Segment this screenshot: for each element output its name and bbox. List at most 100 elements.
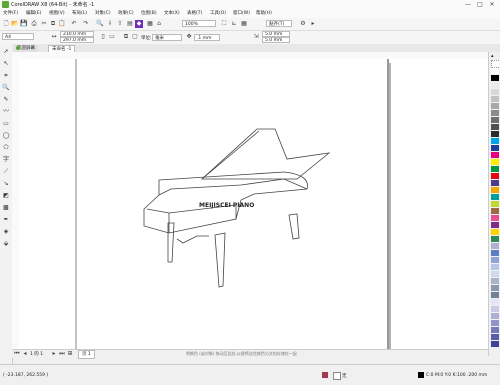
menu-file[interactable]: 文件(F) [3,10,18,16]
color-swatch[interactable] [491,152,499,158]
pick-tool-icon[interactable]: ➚ [2,48,10,56]
drawing-canvas[interactable]: MEIJISCEI PIANO [19,59,488,349]
outline-color-swatch[interactable] [418,372,424,378]
color-swatch[interactable] [491,334,499,340]
color-swatch[interactable] [491,320,499,326]
menu-help[interactable]: 帮助(H) [256,10,272,16]
color-swatch[interactable] [491,341,499,347]
document-color-icon[interactable] [322,372,328,378]
color-swatch[interactable] [491,103,499,109]
color-swatch[interactable] [491,124,499,130]
color-swatch[interactable] [491,173,499,179]
landscape-icon[interactable]: ▭ [108,33,116,41]
last-page-icon[interactable]: ⏭ [58,350,66,358]
palette-scroll-up-icon[interactable]: ▴ [491,53,494,59]
color-swatch[interactable] [491,166,499,172]
color-swatch[interactable] [491,194,499,200]
color-swatch[interactable] [491,82,499,88]
options-gear-icon[interactable]: ⚙ [299,20,307,28]
menu-layout[interactable]: 布局(L) [72,10,87,16]
color-swatch[interactable] [491,145,499,151]
redo-icon[interactable]: ↷ [82,20,90,28]
color-swatch[interactable] [491,257,499,263]
export-icon[interactable]: ⇧ [116,20,124,28]
menu-window[interactable]: 窗口(W) [233,10,250,16]
import-icon[interactable]: ⇩ [106,20,114,28]
color-swatch[interactable] [491,278,499,284]
new-document-icon[interactable]: 🗋 [2,20,10,28]
color-swatch[interactable] [491,299,499,305]
smart-fill-tool-icon[interactable]: ⬙ [2,240,10,248]
zoom-tool-icon[interactable]: 🔍 [2,84,10,92]
color-swatch[interactable] [491,243,499,249]
color-swatch[interactable] [491,89,499,95]
cut-icon[interactable]: ✂ [40,20,48,28]
fill-none-icon[interactable] [333,372,341,380]
color-swatch[interactable] [491,229,499,235]
full-screen-icon[interactable]: ⛶ [220,20,228,28]
transparency-tool-icon[interactable]: ▩ [2,204,10,212]
color-swatch[interactable] [491,110,499,116]
snap-to-dropdown[interactable]: 贴齐(T) [266,20,292,27]
color-swatch[interactable] [491,306,499,312]
add-page-icon[interactable]: ⊞ [66,350,74,358]
color-swatch[interactable] [491,201,499,207]
color-swatch[interactable] [491,222,499,228]
next-page-icon[interactable]: ▸ [50,350,58,358]
menu-text[interactable]: 文本(X) [164,10,180,16]
color-swatch[interactable] [491,208,499,214]
color-swatch[interactable] [491,180,499,186]
text-tool-icon[interactable]: 字 [2,156,10,164]
copy-icon[interactable]: ⧉ [49,20,57,28]
color-swatch[interactable] [491,292,499,298]
color-swatch[interactable] [491,131,499,137]
units-dropdown[interactable]: 毫米 [152,34,182,41]
color-swatch[interactable] [491,215,499,221]
application-launcher-icon[interactable]: ▦ [146,20,154,28]
welcome-screen-icon[interactable]: ⌂ [155,20,163,28]
menu-table[interactable]: 表格(T) [187,10,202,16]
close-button[interactable]: ✕ [486,0,498,9]
launch-icon[interactable]: ▸ [309,20,317,28]
grid-icon[interactable]: ▦ [240,20,248,28]
color-swatch[interactable] [491,159,499,165]
polygon-tool-icon[interactable]: ⬠ [2,144,10,152]
color-eyedropper-tool-icon[interactable]: ✒ [2,216,10,224]
color-swatch[interactable] [491,236,499,242]
page-size-dropdown[interactable]: A4 [2,33,34,40]
freehand-tool-icon[interactable]: ✎ [2,96,10,104]
rectangle-tool-icon[interactable]: ▭ [2,120,10,128]
color-swatch[interactable] [491,187,499,193]
interactive-fill-tool-icon[interactable]: ◈ [2,228,10,236]
page-tab-1[interactable]: 页 1 [78,350,95,359]
color-swatch[interactable] [491,138,499,144]
duplicate-y-field[interactable]: 5.0 mm [262,37,290,43]
crop-tool-icon[interactable]: ⌗ [2,72,10,80]
color-swatch[interactable] [491,75,499,81]
ellipse-tool-icon[interactable]: ◯ [2,132,10,140]
paste-icon[interactable]: 📋 [58,20,66,28]
color-swatch[interactable] [491,117,499,123]
maximize-button[interactable]: □ [474,0,486,9]
print-icon[interactable]: ⎙ [30,20,38,28]
color-swatch[interactable] [491,250,499,256]
no-color-swatch[interactable] [491,60,500,68]
open-folder-icon[interactable]: 📂 [11,20,19,28]
publish-pdf-icon[interactable]: ▤ [126,20,134,28]
corel-connect-icon[interactable]: ◆ [135,20,143,28]
menu-bitmaps[interactable]: 位图(B) [141,10,157,16]
drop-shadow-tool-icon[interactable]: ◩ [2,192,10,200]
parallel-dimension-tool-icon[interactable]: ⟋ [2,168,10,176]
first-page-icon[interactable]: ⏮ [13,350,21,358]
previous-page-icon[interactable]: ◂ [21,350,29,358]
artistic-media-tool-icon[interactable]: 〰 [2,108,10,116]
portrait-icon[interactable]: ▯ [99,33,107,41]
menu-view[interactable]: 视图(V) [49,10,65,16]
connector-tool-icon[interactable]: ↘ [2,180,10,188]
nudge-distance-field[interactable]: .1 mm [194,34,220,41]
color-swatch[interactable] [491,285,499,291]
save-icon[interactable]: 💾 [20,20,28,28]
search-content-icon[interactable]: 🔍 [96,20,104,28]
menu-edit[interactable]: 编辑(E) [26,10,41,16]
all-pages-icon[interactable]: ⧉ [122,33,130,41]
